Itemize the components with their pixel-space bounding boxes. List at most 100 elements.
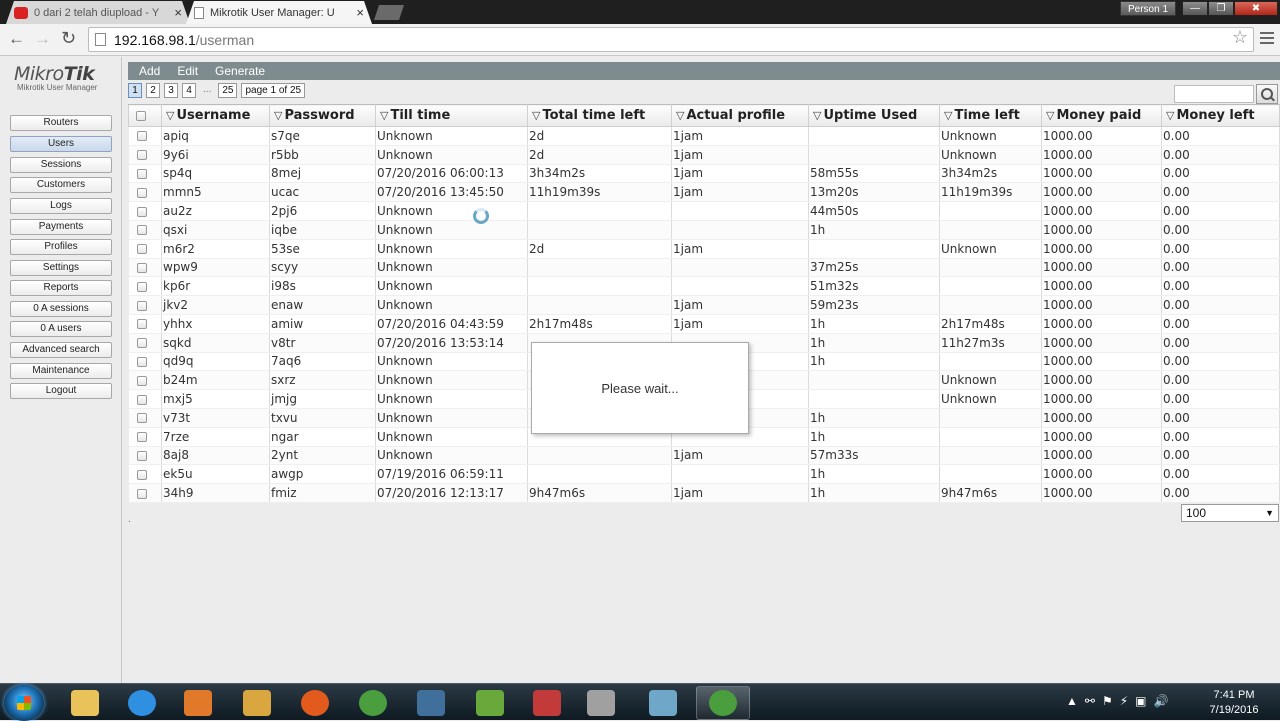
cell-username[interactable]: mxj5 [161,389,270,409]
table-row[interactable]: yhhx amiw 07/20/2016 04:43:59 2h17m48s 1jam 1… [128,314,1280,334]
network-icon[interactable]: ▣ [1135,694,1146,708]
row-select-cell[interactable] [128,352,162,372]
maximize-button[interactable]: ❐ [1208,1,1234,16]
sidebar-item-settings[interactable]: Settings [10,260,112,276]
col-header-money-left[interactable]: ▽ Money left [1161,104,1280,127]
sort-icon[interactable]: ▽ [166,109,174,122]
row-select-cell[interactable] [128,464,162,485]
cell-username[interactable]: 8aj8 [161,446,270,466]
row-select-cell[interactable] [128,126,162,146]
table-row[interactable]: 9y6i r5bb Unknown 2d 1jam Unknown 1000.00 0.00 [128,145,1280,165]
sort-icon[interactable]: ▽ [1046,109,1054,122]
table-row[interactable]: 8aj8 2ynt Unknown 1jam 57m33s 1000.00 0.00 [128,446,1280,466]
volume-icon[interactable]: 🔊 [1154,694,1169,708]
cell-username[interactable]: ek5u [161,464,270,485]
bluetooth-icon[interactable]: ⚯ [1085,694,1095,708]
search-input[interactable] [1174,85,1254,103]
window-close-button[interactable]: ✖ [1234,1,1278,16]
sidebar-item-sessions[interactable]: Sessions [10,157,112,173]
page-1-button[interactable]: 1 [128,82,142,98]
tray-arrow-icon[interactable]: ▲ [1066,694,1078,708]
row-select-cell[interactable] [128,145,162,165]
table-row[interactable]: m6r2 53se Unknown 2d 1jam Unknown 1000.00 0.00 [128,239,1280,259]
row-select-cell[interactable] [128,276,162,297]
col-header-actual-profile[interactable]: ▽ Actual profile [671,104,809,127]
sidebar-item-0-a-sessions[interactable]: 0 A sessions [10,301,112,317]
table-row[interactable]: jkv2 enaw Unknown 1jam 59m23s 1000.00 0.00 [128,295,1280,315]
sidebar-item-payments[interactable]: Payments [10,219,112,235]
tab-youtube[interactable]: 0 dari 2 telah diupload - Y × [6,1,190,24]
reload-icon[interactable]: ↻ [61,28,76,49]
sort-icon[interactable]: ▽ [532,109,540,122]
col-header-money-paid[interactable]: ▽ Money paid [1041,104,1162,127]
cell-username[interactable]: v73t [161,408,270,428]
page-3-button[interactable]: 3 [164,82,178,98]
table-row[interactable]: mmn5 ucac 07/20/2016 13:45:50 11h19m39s 1jam… [128,182,1280,203]
page-4-button[interactable]: 4 [182,82,196,98]
row-checkbox[interactable] [136,375,147,386]
sidebar-item-routers[interactable]: Routers [10,115,112,131]
cell-username[interactable]: sqkd [161,333,270,353]
sidebar-item-0-a-users[interactable]: 0 A users [10,321,112,337]
cell-username[interactable]: jkv2 [161,295,270,315]
row-checkbox[interactable] [136,488,147,499]
profile-button[interactable]: Person 1 [1120,1,1177,16]
cell-username[interactable]: qd9q [161,352,270,372]
page-info-icon[interactable] [95,33,106,46]
cell-username[interactable]: qsxi [161,220,270,240]
new-tab-button[interactable] [374,5,404,20]
sidebar-item-users[interactable]: Users [10,136,112,152]
taskbar-app-11[interactable] [696,686,750,720]
row-select-cell[interactable] [128,258,162,278]
sort-icon[interactable]: ▽ [274,109,282,122]
table-row[interactable]: 34h9 fmiz 07/20/2016 12:13:17 9h47m6s 1jam 1h… [128,483,1280,503]
sidebar-item-maintenance[interactable]: Maintenance [10,363,112,379]
row-select-cell[interactable] [128,408,162,428]
cell-username[interactable]: yhhx [161,314,270,334]
col-header-time-left[interactable]: ▽ Time left [939,104,1042,127]
row-select-cell[interactable] [128,389,162,409]
taskbar-app-8[interactable] [520,686,574,720]
taskbar-app-5[interactable] [346,686,400,720]
row-checkbox[interactable] [136,469,147,480]
table-row[interactable]: wpw9 scyy Unknown 37m25s 1000.00 0.00 [128,258,1280,278]
sort-icon[interactable]: ▽ [380,109,388,122]
row-checkbox[interactable] [136,244,147,255]
row-checkbox[interactable] [136,432,147,443]
row-checkbox[interactable] [136,131,147,142]
sidebar-item-logout[interactable]: Logout [10,383,112,399]
forward-arrow-icon[interactable]: → [34,29,51,49]
page-2-button[interactable]: 2 [146,82,160,98]
search-icon[interactable] [1256,84,1278,104]
browser-menu-icon[interactable] [1260,32,1274,44]
clock[interactable]: 7:41 PM 7/19/2016 [1204,688,1264,718]
row-checkbox[interactable] [136,356,147,367]
address-bar[interactable]: 192.168.98.1/userman [88,27,1254,52]
cell-username[interactable]: 9y6i [161,145,270,165]
row-select-cell[interactable] [128,182,162,203]
start-button[interactable] [4,685,44,721]
power-icon[interactable]: ⚡ [1120,694,1128,708]
row-select-cell[interactable] [128,164,162,184]
row-checkbox[interactable] [136,319,147,330]
tab-usermanager[interactable]: Mikrotik User Manager: U × [186,1,372,24]
sidebar-item-reports[interactable]: Reports [10,280,112,296]
cell-username[interactable]: b24m [161,370,270,391]
page-last-button[interactable]: 25 [218,82,238,98]
flag-icon[interactable]: ⚑ [1102,694,1113,708]
taskbar-app-4[interactable] [288,686,342,720]
sort-icon[interactable]: ▽ [813,109,821,122]
cell-username[interactable]: sp4q [161,164,270,184]
table-row[interactable]: qsxi iqbe Unknown 1h 1000.00 0.00 [128,220,1280,240]
cell-username[interactable]: au2z [161,201,270,221]
table-row[interactable]: apiq s7qe Unknown 2d 1jam Unknown 1000.00 0.00 [128,126,1280,146]
select-all-checkbox[interactable] [136,110,146,121]
table-row[interactable]: kp6r i98s Unknown 51m32s 1000.00 0.00 [128,276,1280,297]
minimize-button[interactable]: — [1182,1,1208,16]
sort-icon[interactable]: ▽ [1166,109,1174,122]
col-header-password[interactable]: ▽ Password [269,104,376,127]
taskbar-app-1[interactable] [115,686,169,720]
row-select-cell[interactable] [128,201,162,221]
col-header-username[interactable]: ▽ Username [161,104,270,127]
col-header-total-time-left[interactable]: ▽ Total time left [527,104,672,127]
